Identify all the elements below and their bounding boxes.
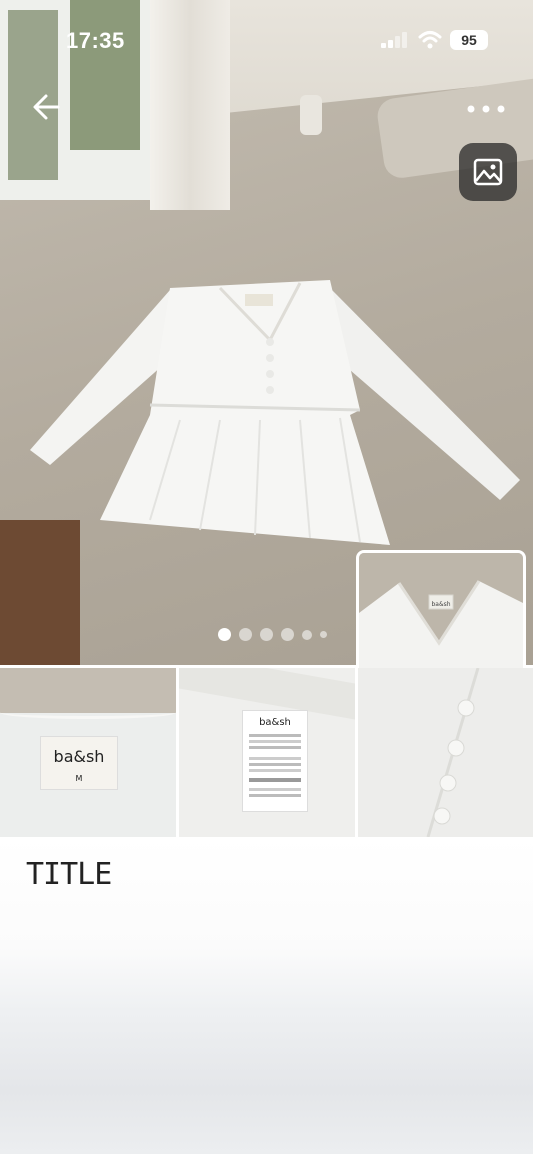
- overlay-label-text: ba&sh: [431, 601, 450, 608]
- status-time: 17:35: [66, 28, 125, 53]
- carousel-dot[interactable]: [320, 631, 327, 639]
- thumbnail-label[interactable]: ba&sh M: [0, 668, 176, 837]
- arrow-left-icon[interactable]: [30, 90, 64, 124]
- thumbnail-buttons[interactable]: [358, 668, 533, 837]
- status-bar: 17:35 95: [0, 0, 533, 60]
- image-icon: [473, 158, 503, 186]
- carousel-dot[interactable]: [260, 628, 273, 642]
- carousel-dots: [218, 626, 335, 642]
- carousel-dot[interactable]: [302, 629, 312, 640]
- carousel-dot[interactable]: [239, 628, 252, 642]
- thumbnail-neckline[interactable]: ba&sh: [356, 550, 526, 673]
- lamp: [300, 95, 322, 135]
- blouse-image: [30, 280, 520, 545]
- blouse-neckline-image: ba&sh: [359, 553, 523, 673]
- battery-indicator: 95: [450, 30, 488, 50]
- more-horizontal-icon[interactable]: [466, 104, 506, 114]
- cellular-signal-icon: [381, 32, 407, 48]
- size-label-text: M: [75, 774, 83, 783]
- thumbnail-care-label[interactable]: ba&sh: [179, 668, 355, 837]
- carousel-dot[interactable]: [281, 628, 294, 642]
- care-label: ba&sh: [242, 710, 308, 812]
- care-label-brand: ba&sh: [259, 717, 291, 728]
- wifi-icon: [418, 31, 442, 49]
- carousel-dot-active[interactable]: [218, 628, 231, 642]
- listing-title: TITLE: [26, 857, 112, 892]
- blouse-buttons-image: [426, 668, 480, 837]
- gallery-button[interactable]: [459, 143, 517, 201]
- thumbnail-row: ba&sh M ba&sh: [0, 668, 533, 837]
- brand-label-text: ba&sh: [53, 747, 105, 766]
- brand-label: ba&sh M: [40, 736, 118, 790]
